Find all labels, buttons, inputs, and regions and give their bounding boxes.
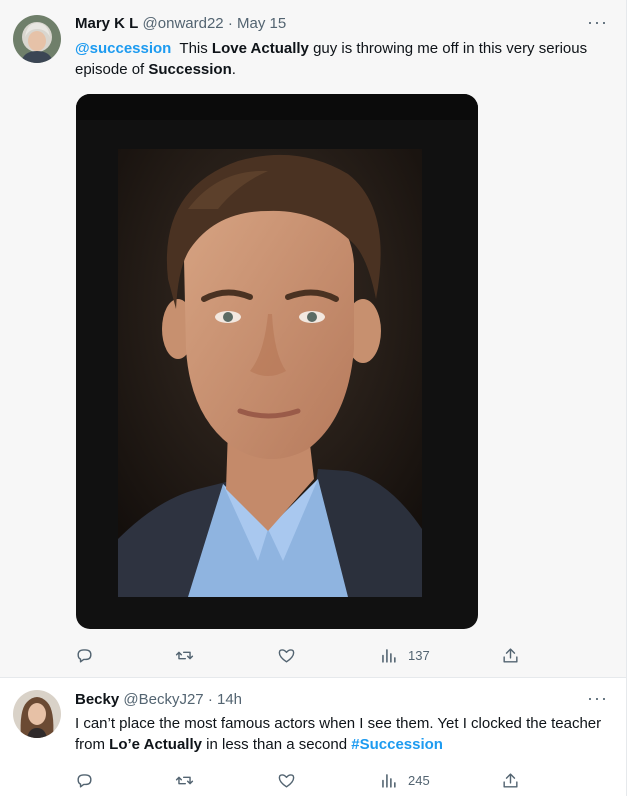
- media-top-band: [76, 94, 478, 120]
- handle[interactable]: @BeckyJ27: [123, 691, 203, 708]
- views-count: 137: [408, 647, 430, 663]
- tweet-becky[interactable]: Becky @BeckyJ27 · 14h ··· I can’t place …: [0, 678, 626, 796]
- mention-link[interactable]: @succession: [75, 40, 171, 57]
- reply-button[interactable]: [75, 643, 94, 667]
- views-count: 245: [408, 772, 430, 788]
- retweet-icon: [175, 776, 194, 784]
- like-button[interactable]: [277, 643, 296, 667]
- share-icon: [503, 647, 518, 663]
- hashtag-link[interactable]: #Succession: [351, 736, 443, 753]
- like-button[interactable]: [277, 768, 296, 792]
- views-icon: [382, 648, 396, 663]
- display-name[interactable]: Mary K L: [75, 15, 138, 32]
- display-name[interactable]: Becky: [75, 691, 119, 708]
- retweet-button[interactable]: [175, 768, 194, 792]
- text-bold: Love Actually: [211, 40, 309, 57]
- separator: ·: [227, 15, 233, 32]
- reply-icon: [77, 773, 92, 788]
- text-part: This: [171, 40, 212, 57]
- share-button[interactable]: [501, 768, 520, 792]
- timestamp[interactable]: May 15: [237, 15, 286, 32]
- more-options-icon[interactable]: ···: [587, 12, 608, 33]
- like-icon: [278, 648, 295, 663]
- tweet-media[interactable]: [76, 94, 478, 629]
- like-icon: [278, 773, 295, 788]
- views-button[interactable]: 245: [379, 768, 430, 792]
- tweet-text: @succession This Love Actually guy is th…: [75, 38, 605, 80]
- retweet-button[interactable]: [175, 643, 194, 667]
- retweet-icon: [175, 651, 194, 659]
- tweet-actions: 245: [75, 768, 535, 792]
- tweet-header: Mary K L @onward22 · May 15: [75, 14, 286, 34]
- avatar[interactable]: [13, 690, 61, 738]
- reply-icon: [77, 648, 92, 663]
- reply-button[interactable]: [75, 768, 94, 792]
- timestamp[interactable]: 14h: [217, 691, 242, 708]
- handle[interactable]: @onward22: [143, 15, 224, 32]
- text-bold: Succession: [148, 61, 232, 78]
- more-options-icon[interactable]: ···: [587, 688, 608, 709]
- tweet-header: Becky @BeckyJ27 · 14h: [75, 690, 242, 710]
- separator: ·: [207, 691, 213, 708]
- text-bold: Lo’e Actually: [109, 736, 202, 753]
- tweet-mary[interactable]: Mary K L @onward22 · May 15 ··· @success…: [0, 0, 626, 678]
- avatar[interactable]: [13, 15, 61, 63]
- views-icon: [382, 773, 396, 788]
- tweet-text: I can’t place the most famous actors whe…: [75, 713, 605, 755]
- text-part: in less than a second: [201, 736, 352, 753]
- share-icon: [503, 772, 518, 788]
- share-button[interactable]: [501, 643, 520, 667]
- views-button[interactable]: 137: [379, 643, 430, 667]
- text-part: .: [231, 61, 236, 78]
- tweet-actions: 137: [75, 643, 535, 667]
- portrait-photo: [118, 149, 422, 597]
- timeline: Mary K L @onward22 · May 15 ··· @success…: [0, 0, 627, 796]
